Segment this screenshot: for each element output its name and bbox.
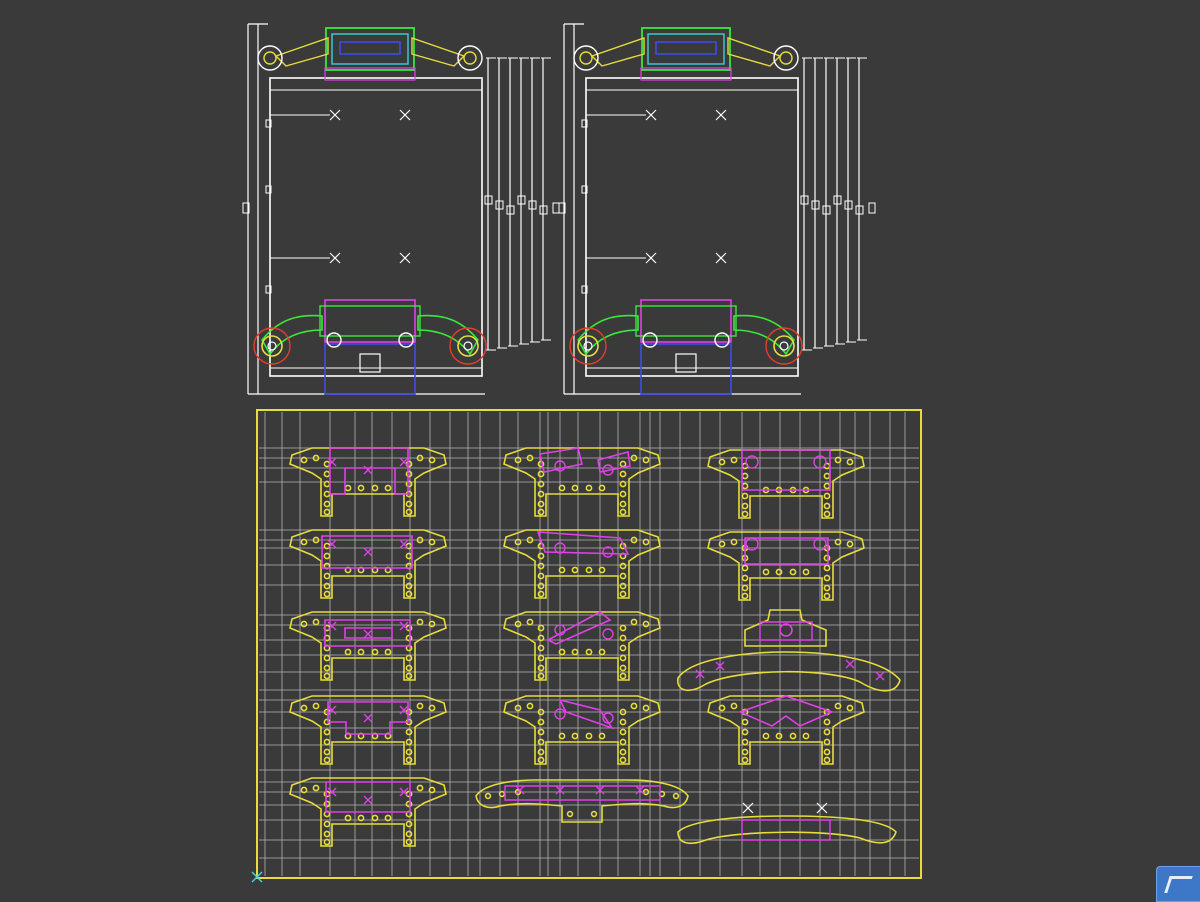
feature-hole	[779, 623, 793, 637]
bottom-arm-left	[577, 314, 639, 356]
feature-hole	[602, 628, 614, 640]
arm-left	[590, 37, 645, 67]
bottom-base	[324, 343, 416, 395]
feature-outline	[741, 819, 831, 841]
parts-nesting	[289, 447, 901, 847]
top-bracket-slot	[339, 41, 401, 55]
viewcube-icon[interactable]	[1156, 866, 1200, 902]
bottom-tab	[675, 353, 697, 373]
cross-mark	[715, 252, 727, 264]
top-bracket-slot	[655, 41, 717, 55]
feature-outline	[325, 781, 411, 813]
top-bracket-inner	[647, 33, 725, 65]
wheel-hub	[579, 51, 593, 65]
feature-outline	[737, 695, 835, 727]
pivot	[326, 332, 342, 348]
wheel-hub	[779, 51, 793, 65]
pivot	[714, 332, 730, 348]
wheel-outer	[569, 327, 607, 365]
bottom-bracket-outer	[635, 305, 737, 337]
wheel-hub	[263, 51, 277, 65]
pivot	[398, 332, 414, 348]
cross-mark	[645, 109, 657, 121]
feature-outline	[741, 449, 831, 491]
frame-body	[585, 77, 799, 377]
wheel-hub	[463, 51, 477, 65]
cross-mark	[816, 802, 828, 814]
cross-mark	[645, 252, 657, 264]
bottom-arm-right	[733, 314, 795, 356]
top-assembly-views	[242, 23, 876, 395]
arm-right	[411, 37, 466, 67]
wheel-hub	[463, 341, 473, 351]
arm-right	[727, 37, 782, 67]
bottom-base	[640, 343, 732, 395]
wheel-hub	[779, 341, 789, 351]
bottom-tab	[359, 353, 381, 373]
bottom-arm-left	[261, 314, 323, 356]
bulkhead-plate	[707, 531, 865, 601]
cross-mark	[399, 252, 411, 264]
cross-mark	[742, 802, 754, 814]
bulkhead-plate	[289, 695, 447, 765]
feature-mark	[363, 713, 373, 723]
feature-outline	[536, 531, 630, 555]
cross-mark	[399, 109, 411, 121]
wheel-outer	[253, 327, 291, 365]
viewcube-mark	[1164, 876, 1193, 893]
cross-mark	[329, 252, 341, 264]
wheel-outer	[765, 327, 803, 365]
feature-mark	[363, 547, 373, 557]
cad-drawing-canvas[interactable]	[0, 0, 1200, 900]
feature-mark	[875, 671, 885, 681]
feature-mark	[363, 795, 373, 805]
top-bracket-inner	[331, 33, 409, 65]
feature-hole	[602, 546, 614, 558]
feature-mark	[363, 629, 373, 639]
assembly-frame-left	[242, 23, 560, 395]
arm-left	[274, 37, 329, 67]
assembly-frame-right	[558, 23, 876, 395]
bulkhead-plate	[707, 695, 865, 765]
pivot	[642, 332, 658, 348]
tick-box	[552, 202, 560, 214]
wheel-outer	[449, 327, 487, 365]
curved-arm	[677, 651, 901, 692]
bottom-arm-right	[417, 314, 479, 356]
frame-body	[269, 77, 483, 377]
bottom-bracket-outer	[319, 305, 421, 337]
feature-outline	[546, 611, 612, 645]
cross-mark	[715, 109, 727, 121]
cross-mark	[329, 109, 341, 121]
bulkhead-plate	[707, 449, 865, 519]
parts-layout-sheet	[256, 409, 922, 879]
tick-box	[868, 202, 876, 214]
feature-mark	[845, 659, 855, 669]
